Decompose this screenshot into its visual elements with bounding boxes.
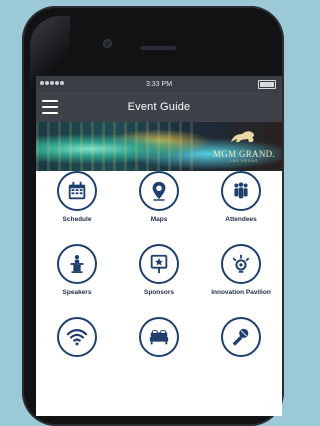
menu-item-attendees[interactable]: Attendees bbox=[200, 171, 282, 236]
app-screen: 3:33 PM Event Guide MGM GRAND. LAS VEGAS bbox=[36, 76, 282, 416]
menu-item-schedule[interactable]: Schedule bbox=[36, 171, 118, 236]
menu-item-circle bbox=[57, 171, 97, 211]
menu-item-circle bbox=[139, 317, 179, 357]
menu-item-hotel[interactable] bbox=[118, 317, 200, 382]
earpiece-speaker bbox=[140, 46, 176, 50]
bed-icon bbox=[149, 330, 169, 345]
brand-name: MGM GRAND. bbox=[212, 149, 275, 159]
casino-lights-image bbox=[36, 122, 196, 171]
wifi-icon bbox=[66, 329, 88, 346]
menu-item-innovation-pavilion[interactable]: Innovation Pavilion bbox=[200, 244, 282, 309]
hamburger-menu-icon[interactable] bbox=[42, 100, 58, 114]
menu-item-label: Innovation Pavilion bbox=[211, 289, 271, 296]
menu-item-label: Attendees bbox=[225, 216, 257, 223]
sign-star-icon bbox=[150, 254, 168, 274]
menu-item-circle bbox=[139, 171, 179, 211]
menu-item-label: Speakers bbox=[62, 289, 92, 296]
podium-icon bbox=[70, 255, 84, 273]
menu-item-speakers[interactable]: Speakers bbox=[36, 244, 118, 309]
calendar-icon bbox=[68, 181, 86, 200]
lion-icon bbox=[231, 131, 255, 142]
hotel-banner: MGM GRAND. LAS VEGAS bbox=[36, 122, 282, 171]
microphone-icon bbox=[232, 328, 249, 346]
menu-grid: Schedule Maps Attendees Speakers Sponsor… bbox=[36, 171, 282, 382]
menu-item-label: Sponsors bbox=[144, 289, 174, 296]
status-bar: 3:33 PM bbox=[36, 76, 282, 92]
mgm-grand-logo: MGM GRAND. LAS VEGAS bbox=[212, 128, 276, 166]
menu-item-microphone[interactable] bbox=[200, 317, 282, 382]
map-pin-icon bbox=[152, 181, 166, 201]
brand-location: LAS VEGAS bbox=[229, 159, 259, 163]
front-camera bbox=[104, 40, 111, 47]
menu-item-circle bbox=[57, 244, 97, 284]
menu-item-circle bbox=[57, 317, 97, 357]
menu-item-label: Maps bbox=[150, 216, 168, 223]
status-time: 3:33 PM bbox=[145, 80, 173, 88]
lightbulb-icon bbox=[232, 254, 250, 273]
menu-item-wifi[interactable] bbox=[36, 317, 118, 382]
phone-frame: 3:33 PM Event Guide MGM GRAND. LAS VEGAS bbox=[22, 6, 284, 426]
menu-item-circle bbox=[221, 317, 261, 357]
battery-icon bbox=[258, 80, 276, 89]
menu-item-label: Schedule bbox=[62, 216, 92, 223]
nav-bar: Event Guide bbox=[36, 92, 282, 122]
menu-item-circle bbox=[221, 171, 261, 211]
menu-item-maps[interactable]: Maps bbox=[118, 171, 200, 236]
menu-item-circle bbox=[139, 244, 179, 284]
people-icon bbox=[234, 182, 248, 199]
signal-icon bbox=[40, 81, 64, 85]
page-title: Event Guide bbox=[127, 101, 191, 113]
menu-item-sponsors[interactable]: Sponsors bbox=[118, 244, 200, 309]
menu-item-circle bbox=[221, 244, 261, 284]
